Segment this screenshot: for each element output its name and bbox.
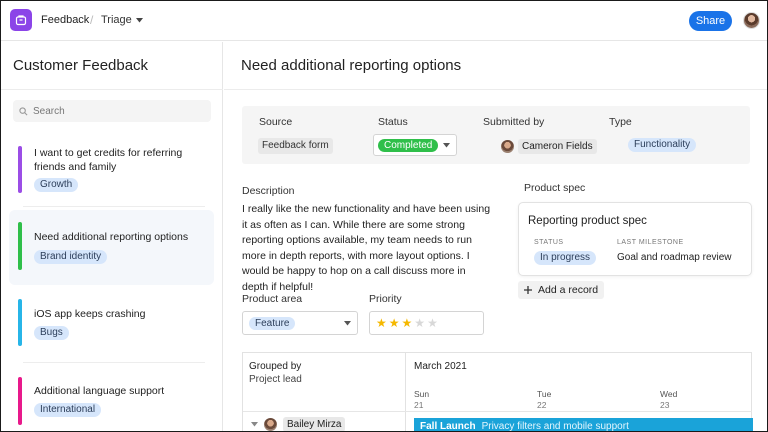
grouped-by-value[interactable]: Project lead [249, 374, 302, 385]
card-tag: Bugs [34, 326, 69, 340]
product-spec-label: Product spec [524, 182, 586, 194]
card-title: Need additional reporting options [34, 231, 189, 243]
description-label: Description [242, 185, 295, 197]
submitted-by-label: Submitted by [483, 116, 545, 128]
search-placeholder: Search [33, 105, 65, 117]
day-name: Wed [660, 389, 678, 399]
app-logo-icon[interactable] [10, 9, 32, 31]
description-text[interactable]: I really like the new functionality and … [242, 202, 492, 296]
status-badge: Completed [378, 139, 439, 152]
feedback-card[interactable]: Additional language support Internationa… [9, 372, 214, 431]
lead-name: Bailey Mirza [283, 417, 346, 431]
priority-rating[interactable]: ★ ★ ★ ★ ★ [369, 311, 484, 335]
timeline-month: March 2021 [414, 361, 467, 372]
add-record-label: Add a record [538, 284, 599, 296]
app-name[interactable]: Feedback [41, 14, 89, 26]
card-title: I want to get credits for referring frie… [34, 147, 183, 173]
grouped-by-label: Grouped by [249, 361, 302, 372]
divider [23, 362, 205, 363]
star-empty-icon[interactable]: ★ [414, 317, 425, 329]
priority-label: Priority [369, 293, 402, 305]
timeline: Grouped by Project lead Bailey Mirza Mar… [242, 352, 753, 432]
day-name: Sun [414, 389, 430, 399]
timeline-day: Tue 22 [537, 389, 551, 411]
star-empty-icon[interactable]: ★ [427, 317, 438, 329]
status-label: Status [378, 116, 408, 128]
spec-title: Reporting product spec [528, 215, 647, 227]
share-button[interactable]: Share [689, 11, 732, 31]
chevron-down-icon [135, 17, 143, 22]
feedback-card[interactable]: Need additional reporting options Brand … [9, 210, 214, 285]
top-bar: Feedback / Triage Share [1, 1, 767, 41]
avatar [501, 140, 514, 153]
chevron-down-icon [251, 422, 258, 427]
view-name: Triage [101, 14, 132, 26]
event-subtitle: Privacy filters and mobile support [481, 421, 629, 432]
star-filled-icon[interactable]: ★ [389, 317, 400, 329]
divider [1, 89, 223, 90]
card-tag: International [34, 403, 102, 417]
fields-row: Source Status Submitted by Type Feedback… [242, 106, 750, 164]
spec-milestone-value: Goal and roadmap review [617, 252, 732, 263]
star-filled-icon[interactable]: ★ [402, 317, 413, 329]
timeline-event[interactable]: Fall Launch Privacy filters and mobile s… [414, 418, 753, 432]
page-title: Need additional reporting options [241, 57, 462, 74]
product-area-label: Product area [242, 293, 303, 305]
event-title: Fall Launch [420, 421, 476, 432]
search-icon [19, 106, 28, 115]
status-select[interactable]: Completed [373, 134, 457, 156]
breadcrumb-separator: / [90, 13, 94, 27]
spec-status-label: STATUS [534, 239, 564, 246]
star-filled-icon[interactable]: ★ [376, 317, 387, 329]
timeline-group-row[interactable]: Bailey Mirza [251, 417, 346, 431]
search-input[interactable]: Search [13, 100, 211, 122]
day-number: 22 [537, 400, 547, 410]
add-record-button[interactable]: Add a record [518, 281, 605, 299]
day-name: Tue [537, 389, 552, 399]
divider [23, 206, 205, 207]
card-accent-bar [18, 146, 22, 193]
plus-icon [524, 286, 532, 294]
day-number: 23 [660, 400, 670, 410]
divider [224, 89, 767, 90]
card-tag: Growth [34, 178, 79, 192]
sidebar: Customer Feedback Search I want to get c… [1, 42, 223, 431]
product-area-select[interactable]: Feature [242, 311, 358, 335]
timeline-day: Wed 23 [660, 389, 677, 411]
card-accent-bar [18, 377, 22, 425]
source-label: Source [259, 116, 293, 128]
chevron-down-icon [344, 321, 351, 326]
chevron-down-icon [443, 143, 450, 148]
card-accent-bar [18, 222, 22, 270]
spec-status-badge: In progress [534, 251, 597, 265]
product-area-badge: Feature [249, 317, 296, 330]
timeline-day: Sun 21 [414, 389, 429, 411]
source-value[interactable]: Feedback form [258, 138, 333, 154]
app-window: Feedback / Triage Share Customer Feedbac… [0, 0, 768, 432]
day-number: 21 [414, 400, 424, 410]
card-accent-bar [18, 299, 22, 346]
card-tag: Brand identity [34, 250, 108, 264]
product-spec-card[interactable]: Reporting product spec STATUS LAST MILES… [518, 202, 752, 276]
submitter-name: Cameron Fields [518, 139, 597, 154]
detail-panel: Need additional reporting options Source… [224, 42, 767, 432]
user-avatar[interactable] [743, 12, 760, 29]
spec-milestone-label: LAST MILESTONE [617, 239, 684, 246]
view-switcher[interactable]: Triage [101, 14, 143, 26]
sidebar-title: Customer Feedback [13, 57, 149, 74]
feedback-card[interactable]: I want to get credits for referring frie… [9, 138, 214, 200]
avatar [264, 418, 277, 431]
card-title: iOS app keeps crashing [34, 308, 146, 320]
type-badge[interactable]: Functionality [628, 138, 697, 152]
feedback-card[interactable]: iOS app keeps crashing Bugs [9, 294, 214, 354]
type-label: Type [609, 116, 632, 128]
divider [243, 411, 752, 412]
card-title: Additional language support [34, 385, 165, 397]
submitted-by-value[interactable]: Cameron Fields [501, 139, 597, 154]
